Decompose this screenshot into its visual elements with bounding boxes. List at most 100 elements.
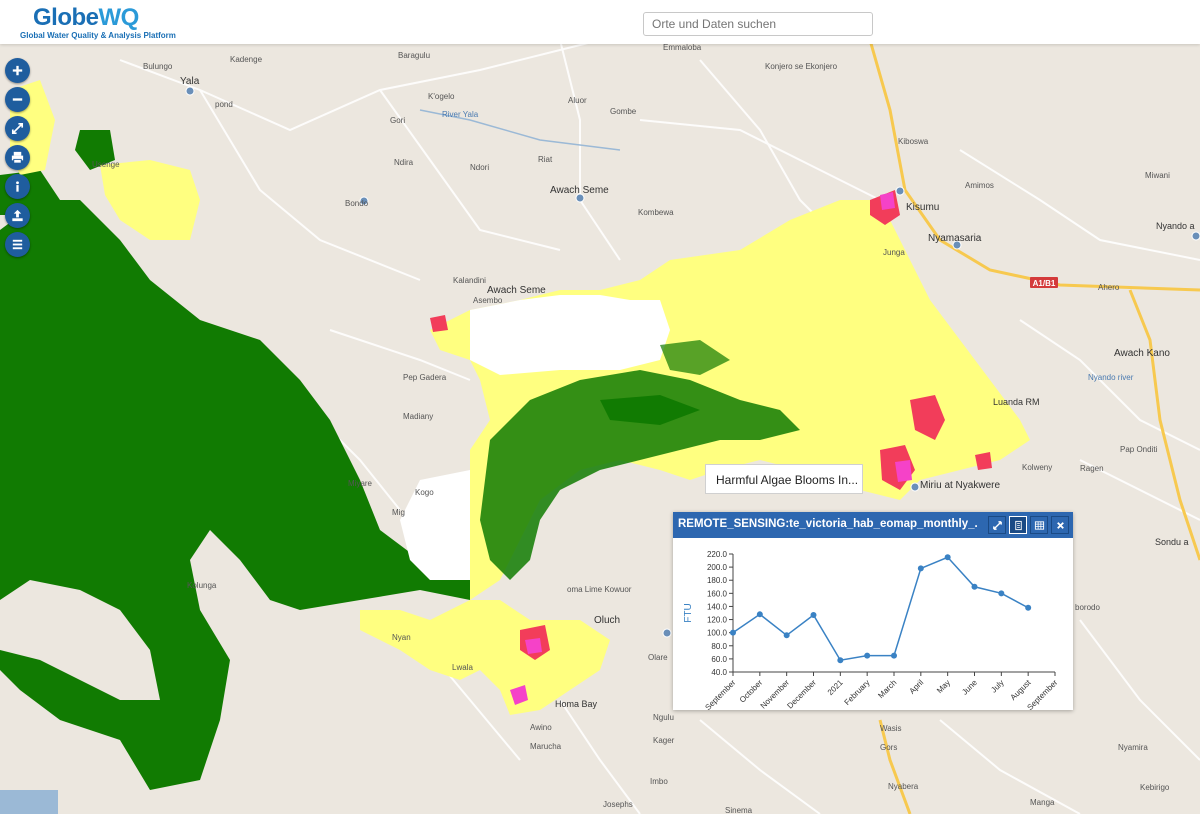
info-icon: [16, 181, 19, 192]
data-point: [730, 629, 736, 636]
place-label: Emmaloba: [663, 43, 702, 52]
x-tick-label: October: [738, 678, 765, 705]
place-label: Nyamira: [1118, 743, 1148, 752]
place-label: Ngulu: [653, 713, 674, 722]
data-point: [837, 657, 844, 664]
place-label: Luanda RM: [993, 397, 1040, 407]
place-label: Imbo: [650, 777, 668, 786]
x-tick-label: March: [876, 678, 898, 700]
plus-icon: [12, 65, 23, 76]
place-label: Nyando a: [1156, 221, 1195, 231]
print-icon: [11, 151, 24, 164]
place-label: Kogo: [415, 488, 434, 497]
collapse-button[interactable]: [988, 516, 1006, 534]
x-tick-label: December: [785, 678, 818, 710]
river-label: Nyando river: [1088, 373, 1134, 382]
y-tick-label: 220.0: [707, 550, 728, 559]
place-label: Awino: [530, 723, 552, 732]
panel-title: REMOTE_SENSING:te_victoria_hab_eomap_mon…: [678, 518, 978, 530]
place-label: Baragulu: [398, 51, 430, 60]
y-tick-label: 140.0: [707, 602, 728, 611]
close-button[interactable]: [1051, 516, 1069, 534]
x-tick-label: June: [960, 678, 979, 697]
logo-tagline: Global Water Quality & Analysis Platform: [20, 31, 176, 40]
place-label: Kolweny: [1022, 463, 1052, 472]
y-axis-label: FTU: [683, 603, 694, 622]
fullscreen-button[interactable]: [5, 116, 30, 141]
place-label: Lwala: [452, 663, 473, 672]
y-tick-label: 100.0: [707, 629, 728, 638]
place-label: oma Lime Kowuor: [567, 585, 632, 594]
place-label: Nyamasaria: [928, 233, 982, 244]
place-label: K'ogelo: [428, 92, 455, 101]
data-point: [917, 565, 924, 572]
zoom-in-button[interactable]: [5, 58, 30, 83]
place-label: Madiany: [403, 412, 433, 421]
place-label: Asembo: [473, 296, 503, 305]
table-button[interactable]: [1030, 516, 1048, 534]
close-icon: [1056, 521, 1064, 529]
place-label: Awach Seme: [487, 285, 546, 296]
place-label: Ragen: [1080, 464, 1104, 473]
layers-button[interactable]: [5, 232, 30, 257]
x-tick-label: August: [1009, 678, 1034, 703]
place-label: Kiboswa: [898, 137, 929, 146]
place-label: Kager: [653, 736, 675, 745]
y-tick-label: 200.0: [707, 563, 728, 572]
place-label: Ahero: [1098, 283, 1120, 292]
upload-icon: [12, 209, 23, 222]
y-tick-label: 40.0: [711, 668, 727, 677]
app-logo[interactable]: GlobeWQ: [33, 4, 139, 32]
place-label: Konjero se Ekonjero: [765, 62, 838, 71]
place-label: Wasis: [880, 724, 901, 733]
zoom-out-button[interactable]: [5, 87, 30, 112]
place-label: Homa Bay: [555, 699, 598, 709]
data-point: [810, 611, 817, 618]
info-button[interactable]: [5, 174, 30, 199]
place-label: borodo: [1075, 603, 1100, 612]
x-tick-label: 2021: [826, 678, 845, 697]
map-toolbar: [5, 58, 30, 261]
panel-header: REMOTE_SENSING:te_victoria_hab_eomap_mon…: [673, 512, 1073, 538]
y-tick-label: 60.0: [711, 655, 727, 664]
series-line: [732, 556, 1029, 662]
place-label: Riat: [538, 155, 553, 164]
print-button[interactable]: [5, 145, 30, 170]
place-label: Awach Seme: [550, 185, 609, 196]
place-label: Nyan: [392, 633, 411, 642]
document-button[interactable]: [1009, 516, 1027, 534]
expand-icon: [11, 122, 24, 135]
place-label: Usenge: [92, 160, 120, 169]
search-input[interactable]: [643, 12, 873, 36]
logo-text-b: WQ: [98, 4, 140, 31]
place-label: Josephs: [603, 800, 633, 809]
y-tick-label: 160.0: [707, 589, 728, 598]
place-label: Mig: [392, 508, 405, 517]
x-tick-label: September: [703, 678, 737, 710]
place-label: Aluor: [568, 96, 587, 105]
place-label: Olare: [648, 653, 668, 662]
data-point: [783, 632, 790, 639]
y-tick-label: 120.0: [707, 616, 728, 625]
place-label: Awach Kano: [1114, 348, 1170, 359]
place-label: Amimos: [965, 181, 994, 190]
place-label: Gombe: [610, 107, 637, 116]
place-label: Ndori: [470, 163, 489, 172]
data-point: [864, 652, 871, 659]
timeseries-panel: REMOTE_SENSING:te_victoria_hab_eomap_mon…: [673, 512, 1073, 710]
x-tick-label: July: [989, 678, 1005, 694]
upload-button[interactable]: [5, 203, 30, 228]
logo-text-a: Globe: [33, 4, 99, 31]
layers-icon: [12, 239, 23, 250]
place-label: Kolunga: [187, 581, 217, 590]
y-tick-label: 80.0: [711, 642, 727, 651]
place-label: Bulungo: [143, 62, 173, 71]
place-label: Miriu at Nyakwere: [920, 480, 1000, 491]
ftu-line-chart: 40.0 60.0 80.0 100.0 120.0 140.0 160.0 180.0 200…: [683, 550, 1060, 710]
place-label: Ndira: [394, 158, 414, 167]
place-label: Sinema: [725, 806, 753, 814]
table-icon: [1034, 520, 1044, 530]
place-label: Kisumu: [906, 202, 939, 213]
place-label: Pap Onditi: [1120, 445, 1158, 454]
place-label: Miwani: [1145, 171, 1170, 180]
